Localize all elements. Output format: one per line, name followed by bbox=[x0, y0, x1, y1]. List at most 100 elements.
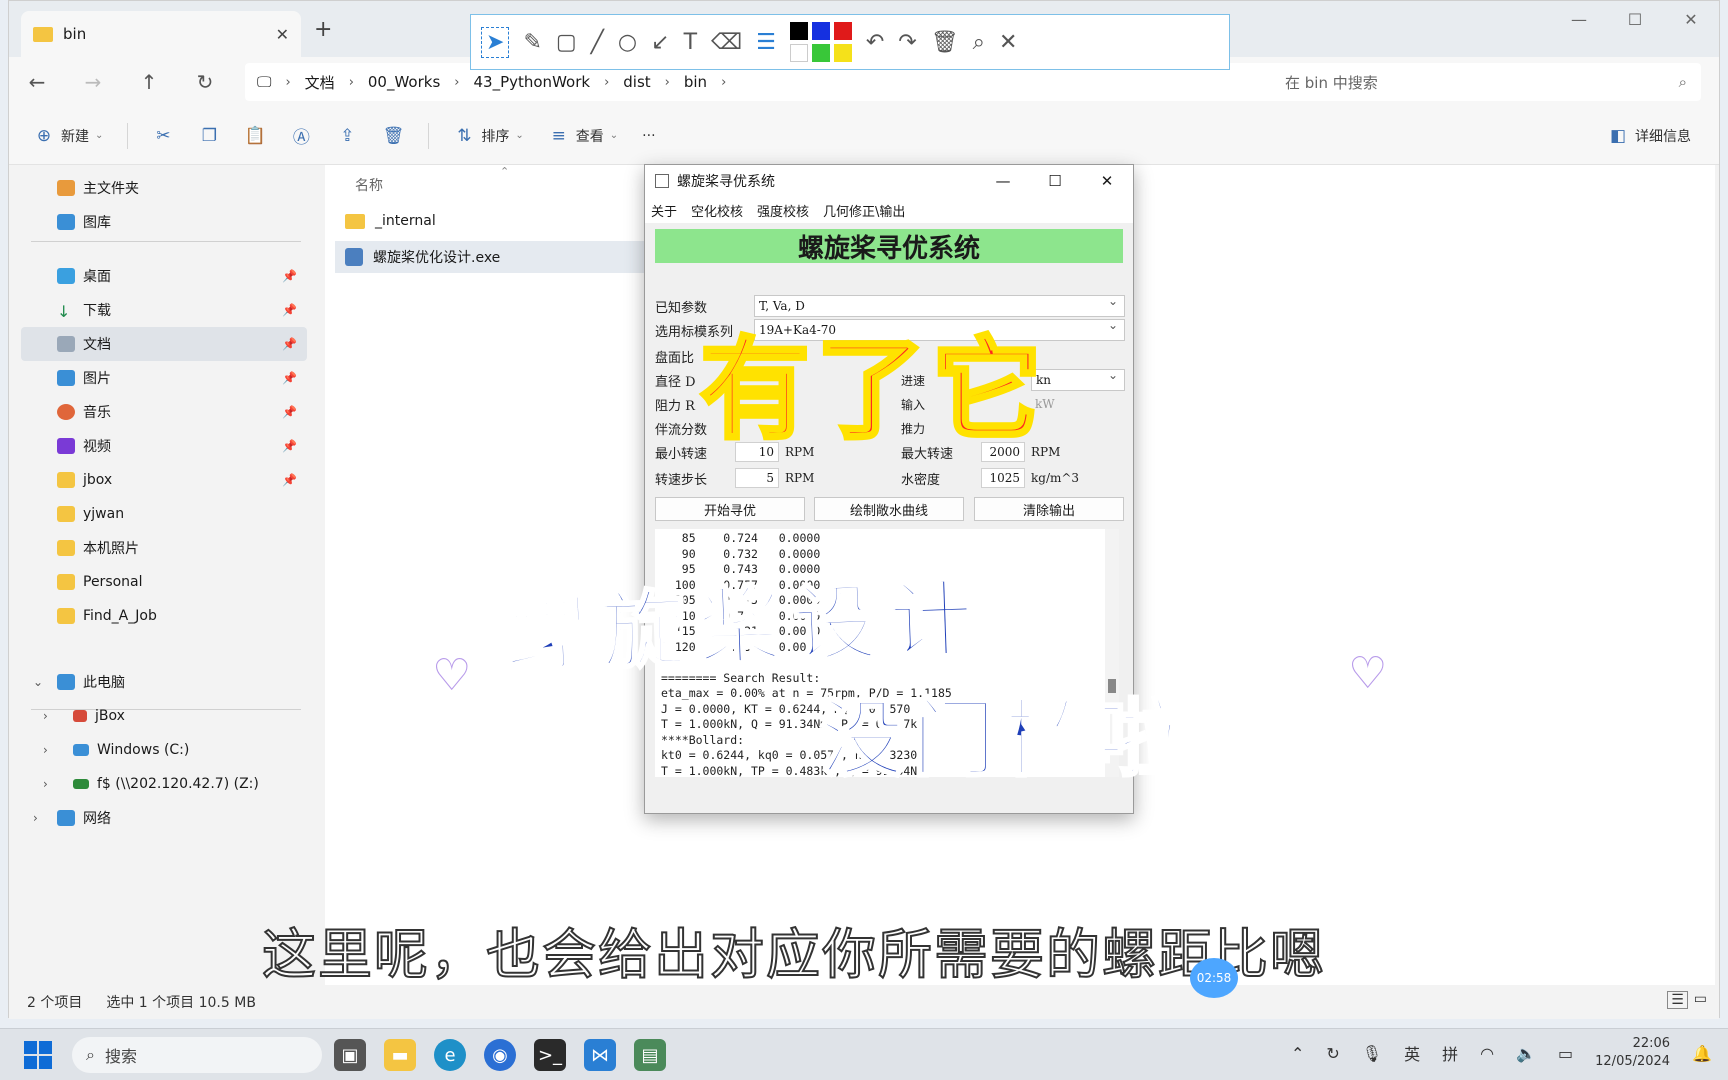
up-button[interactable]: ↑ bbox=[121, 70, 177, 94]
breadcrumb-item[interactable]: bin bbox=[684, 73, 707, 91]
color-yellow[interactable] bbox=[833, 44, 852, 62]
terminal-icon[interactable]: >_ bbox=[534, 1039, 566, 1071]
line-icon[interactable]: ╱ bbox=[591, 30, 604, 55]
rectangle-icon[interactable]: ▢ bbox=[556, 30, 577, 55]
paste-icon[interactable]: 📋 bbox=[244, 125, 266, 147]
menu-geometry[interactable]: 几何修正\输出 bbox=[823, 201, 905, 220]
volume-icon[interactable]: 🔈 bbox=[1516, 1044, 1536, 1063]
pen-icon[interactable]: ✎ bbox=[523, 30, 541, 55]
ime-mode[interactable]: 拼 bbox=[1442, 1041, 1458, 1065]
file-row-exe[interactable]: 螺旋桨优化设计.exe bbox=[335, 241, 645, 273]
cut-icon[interactable]: ✂ bbox=[152, 125, 174, 147]
select-arrow-icon[interactable]: ➤ bbox=[481, 26, 510, 58]
column-header-name[interactable]: 名称 bbox=[355, 175, 383, 195]
propeller-app-taskbar-icon[interactable]: ▤ bbox=[634, 1039, 666, 1071]
wifi-icon[interactable]: ◠ bbox=[1480, 1044, 1494, 1063]
sidebar-item-desktop[interactable]: 桌面 📌 bbox=[21, 259, 307, 293]
undo-icon[interactable]: ↶ bbox=[866, 30, 884, 55]
microphone-icon[interactable]: 🎙 bbox=[1362, 1044, 1382, 1063]
task-view-icon[interactable]: ▣ bbox=[334, 1039, 366, 1071]
start-button[interactable] bbox=[24, 1041, 52, 1069]
close-icon[interactable]: ✕ bbox=[999, 30, 1017, 55]
tiles-view-icon[interactable]: ▭ bbox=[1694, 991, 1707, 1009]
app-maximize-button[interactable]: ☐ bbox=[1029, 165, 1081, 197]
menu-about[interactable]: 关于 bbox=[651, 201, 677, 220]
chevron-up-icon[interactable]: ⌃ bbox=[1291, 1044, 1304, 1063]
file-explorer-icon[interactable]: ▬ bbox=[384, 1039, 416, 1071]
sidebar-item-downloads[interactable]: ↓ 下载 📌 bbox=[21, 293, 307, 327]
search-input[interactable]: 在 bin 中搜索 ⌕ bbox=[1271, 63, 1701, 101]
new-button[interactable]: ⊕ 新建 ⌄ bbox=[33, 125, 104, 147]
sync-icon[interactable]: ↻ bbox=[1326, 1044, 1339, 1063]
rename-icon[interactable]: Ⓐ bbox=[290, 125, 312, 148]
maximize-button[interactable]: ☐ bbox=[1607, 1, 1663, 37]
browser-icon[interactable]: ◉ bbox=[484, 1039, 516, 1071]
color-white[interactable] bbox=[789, 44, 808, 62]
file-row-internal[interactable]: _internal bbox=[335, 205, 645, 237]
trash-icon[interactable]: 🗑 bbox=[931, 30, 959, 55]
view-button[interactable]: ≡ 查看 ⌄ bbox=[548, 125, 619, 147]
back-button[interactable]: ← bbox=[9, 70, 65, 94]
breadcrumb-item[interactable]: 文档 bbox=[305, 72, 335, 93]
sidebar-item-personal[interactable]: Personal bbox=[21, 565, 307, 599]
sidebar-item-network[interactable]: › 网络 bbox=[21, 801, 307, 835]
sidebar-item-music[interactable]: 音乐 📌 bbox=[21, 395, 307, 429]
sidebar-item-home[interactable]: 主文件夹 bbox=[21, 171, 307, 205]
app-minimize-button[interactable]: — bbox=[977, 165, 1029, 197]
eraser-icon[interactable]: ⌫ bbox=[711, 30, 742, 55]
sidebar-item-network-drive[interactable]: › f$ (\\202.120.42.7) (Z:) bbox=[21, 767, 307, 801]
color-green[interactable] bbox=[811, 44, 830, 62]
sidebar-item-jbox[interactable]: jbox 📌 bbox=[21, 463, 307, 497]
line-width-icon[interactable]: ☰ bbox=[756, 30, 776, 55]
color-red[interactable] bbox=[833, 22, 852, 40]
sidebar-item-videos[interactable]: 视频 📌 bbox=[21, 429, 307, 463]
arrow-icon[interactable]: ↙ bbox=[651, 30, 669, 55]
breadcrumb-item[interactable]: 43_PythonWork bbox=[473, 73, 590, 91]
color-blue[interactable] bbox=[811, 22, 830, 40]
sidebar-item-yjwan[interactable]: yjwan bbox=[21, 497, 307, 531]
copy-icon[interactable]: ❐ bbox=[198, 125, 220, 147]
sort-button[interactable]: ⇅ 排序 ⌄ bbox=[453, 125, 524, 147]
redo-icon[interactable]: ↷ bbox=[898, 30, 916, 55]
delete-icon[interactable]: 🗑 bbox=[382, 125, 405, 147]
tab-bin[interactable]: bin ✕ bbox=[21, 11, 301, 57]
new-tab-button[interactable]: + bbox=[314, 17, 332, 42]
forward-button[interactable]: → bbox=[65, 70, 121, 94]
step-input[interactable]: 5 bbox=[735, 468, 779, 488]
zoom-icon[interactable]: ⌕ bbox=[973, 30, 985, 55]
minimize-button[interactable]: — bbox=[1551, 1, 1607, 37]
sidebar-item-local-photos[interactable]: 本机照片 bbox=[21, 531, 307, 565]
close-tab-icon[interactable]: ✕ bbox=[276, 25, 289, 44]
sidebar-item-jbox-drive[interactable]: › jBox bbox=[21, 699, 307, 733]
share-icon[interactable]: ⇪ bbox=[336, 125, 358, 147]
edge-icon[interactable]: e bbox=[434, 1039, 466, 1071]
vscode-icon[interactable]: ⋈ bbox=[584, 1039, 616, 1071]
menu-cavitation[interactable]: 空化校核 bbox=[691, 201, 743, 220]
ellipse-icon[interactable]: ○ bbox=[618, 30, 637, 55]
ime-language[interactable]: 英 bbox=[1404, 1041, 1420, 1065]
text-tool-icon[interactable]: T bbox=[684, 30, 697, 55]
sidebar-item-find-a-job[interactable]: Find_A_Job bbox=[21, 599, 307, 633]
clear-output-button[interactable]: 清除输出 bbox=[974, 497, 1124, 521]
sidebar-item-this-pc[interactable]: ⌄ 此电脑 bbox=[21, 665, 307, 699]
notification-icon[interactable]: 🔔 bbox=[1692, 1044, 1712, 1063]
details-view-icon[interactable]: ☰ bbox=[1667, 991, 1688, 1009]
density-input[interactable]: 1025 bbox=[981, 468, 1025, 488]
battery-icon[interactable]: ▭ bbox=[1558, 1044, 1573, 1063]
close-button[interactable]: ✕ bbox=[1663, 1, 1719, 37]
breadcrumb-item[interactable]: dist bbox=[623, 73, 650, 91]
start-optimize-button[interactable]: 开始寻优 bbox=[655, 497, 805, 521]
taskbar-search[interactable]: ⌕ 搜索 bbox=[72, 1037, 322, 1073]
details-button[interactable]: ◧ 详细信息 bbox=[1607, 125, 1691, 147]
app-close-button[interactable]: ✕ bbox=[1081, 165, 1133, 197]
breadcrumb-item[interactable]: 00_Works bbox=[368, 73, 440, 91]
plot-curve-button[interactable]: 绘制敞水曲线 bbox=[814, 497, 964, 521]
refresh-button[interactable]: ↻ bbox=[177, 70, 233, 94]
sidebar-item-windows-c[interactable]: › Windows (C:) bbox=[21, 733, 307, 767]
color-black[interactable] bbox=[789, 22, 808, 40]
clock[interactable]: 22:06 12/05/2024 bbox=[1595, 1035, 1670, 1071]
sidebar-item-pictures[interactable]: 图片 📌 bbox=[21, 361, 307, 395]
more-button[interactable]: ··· bbox=[642, 128, 655, 144]
sidebar-item-gallery[interactable]: 图库 bbox=[21, 205, 307, 239]
menu-strength[interactable]: 强度校核 bbox=[757, 201, 809, 220]
